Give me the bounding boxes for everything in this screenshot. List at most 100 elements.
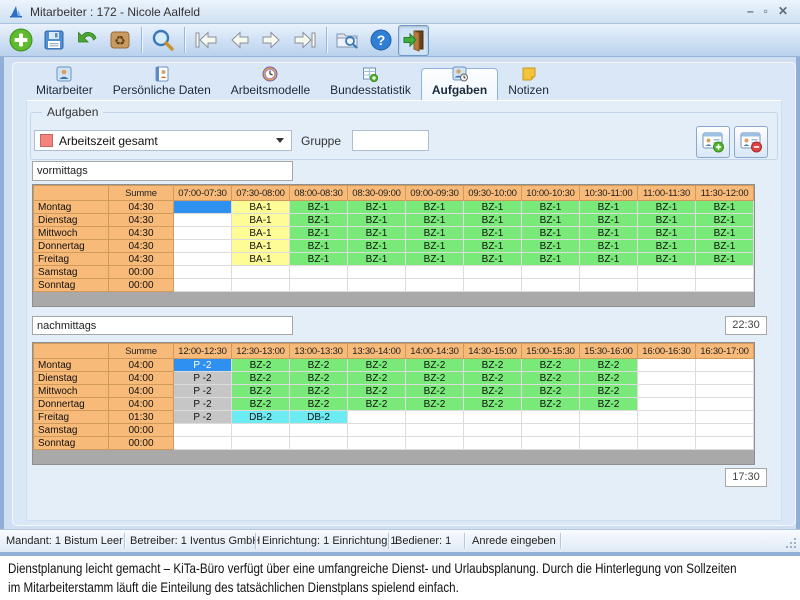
- afternoon-name-input[interactable]: [32, 316, 293, 335]
- slot-cell[interactable]: [522, 437, 580, 450]
- slot-cell[interactable]: BZ-1: [638, 201, 696, 214]
- slot-cell[interactable]: BZ-1: [464, 253, 522, 266]
- slot-cell[interactable]: BZ-2: [232, 372, 290, 385]
- slot-cell[interactable]: DB-2: [290, 411, 348, 424]
- slot-cell[interactable]: BZ-2: [406, 359, 464, 372]
- slot-cell[interactable]: BZ-1: [406, 201, 464, 214]
- slot-cell[interactable]: [232, 279, 290, 292]
- save-button[interactable]: [38, 25, 69, 56]
- slot-cell[interactable]: BZ-2: [522, 372, 580, 385]
- slot-cell[interactable]: BZ-1: [522, 240, 580, 253]
- search-button[interactable]: [147, 25, 178, 56]
- slot-cell[interactable]: BZ-1: [406, 253, 464, 266]
- help-button[interactable]: ?: [365, 25, 396, 56]
- slot-cell[interactable]: BZ-2: [580, 359, 638, 372]
- last-record-button[interactable]: [289, 25, 320, 56]
- slot-cell[interactable]: BZ-2: [232, 398, 290, 411]
- slot-cell[interactable]: [696, 398, 754, 411]
- tab-bundesstatistik[interactable]: Bundesstatistik: [320, 70, 421, 100]
- slot-cell[interactable]: [580, 424, 638, 437]
- slot-cell[interactable]: BZ-2: [348, 372, 406, 385]
- remove-task-button[interactable]: [734, 126, 768, 158]
- slot-cell[interactable]: [464, 411, 522, 424]
- new-button[interactable]: [5, 25, 36, 56]
- undo-button[interactable]: [71, 25, 102, 56]
- slot-cell[interactable]: BZ-2: [348, 398, 406, 411]
- slot-cell[interactable]: [348, 424, 406, 437]
- slot-cell[interactable]: [638, 359, 696, 372]
- slot-cell[interactable]: [696, 359, 754, 372]
- slot-cell[interactable]: [348, 411, 406, 424]
- close-button[interactable]: ✕: [778, 4, 788, 18]
- slot-cell[interactable]: [638, 437, 696, 450]
- slot-cell[interactable]: BZ-2: [232, 385, 290, 398]
- slot-cell[interactable]: [638, 424, 696, 437]
- slot-cell[interactable]: [406, 279, 464, 292]
- slot-cell[interactable]: BZ-2: [522, 359, 580, 372]
- slot-cell[interactable]: [174, 424, 232, 437]
- slot-cell[interactable]: [406, 424, 464, 437]
- slot-cell[interactable]: [174, 266, 232, 279]
- slot-cell[interactable]: [232, 437, 290, 450]
- slot-cell[interactable]: [580, 266, 638, 279]
- slot-cell[interactable]: [696, 266, 754, 279]
- slot-cell[interactable]: [522, 279, 580, 292]
- recycle-button[interactable]: ♻: [104, 25, 135, 56]
- slot-cell[interactable]: BZ-1: [348, 214, 406, 227]
- slot-cell[interactable]: BZ-1: [406, 240, 464, 253]
- task-type-dropdown[interactable]: Arbeitszeit gesamt: [34, 130, 292, 151]
- slot-cell[interactable]: [174, 437, 232, 450]
- slot-cell[interactable]: BZ-2: [464, 398, 522, 411]
- slot-cell[interactable]: [638, 266, 696, 279]
- slot-cell[interactable]: [696, 411, 754, 424]
- slot-cell[interactable]: BZ-1: [696, 227, 754, 240]
- slot-cell[interactable]: BZ-2: [290, 359, 348, 372]
- maximize-button[interactable]: ▫: [764, 4, 768, 18]
- slot-cell[interactable]: [464, 279, 522, 292]
- slot-cell[interactable]: BZ-1: [290, 253, 348, 266]
- slot-cell[interactable]: BZ-1: [290, 214, 348, 227]
- slot-cell[interactable]: [348, 437, 406, 450]
- slot-cell[interactable]: P -2: [174, 398, 232, 411]
- slot-cell[interactable]: [174, 227, 232, 240]
- slot-cell[interactable]: [638, 372, 696, 385]
- slot-cell[interactable]: BZ-2: [464, 359, 522, 372]
- tab-pers-nliche-daten[interactable]: Persönliche Daten: [103, 70, 221, 100]
- slot-cell[interactable]: [464, 266, 522, 279]
- slot-cell[interactable]: BA-1: [232, 227, 290, 240]
- slot-cell[interactable]: BZ-2: [406, 372, 464, 385]
- slot-cell[interactable]: [174, 253, 232, 266]
- slot-cell[interactable]: BZ-1: [580, 214, 638, 227]
- slot-cell[interactable]: [464, 437, 522, 450]
- slot-cell[interactable]: BZ-2: [580, 398, 638, 411]
- slot-cell[interactable]: BZ-1: [464, 201, 522, 214]
- slot-cell[interactable]: BZ-1: [290, 201, 348, 214]
- slot-cell[interactable]: BA-1: [232, 253, 290, 266]
- slot-cell[interactable]: [522, 411, 580, 424]
- slot-cell[interactable]: BZ-1: [638, 214, 696, 227]
- slot-cell[interactable]: BZ-1: [522, 253, 580, 266]
- slot-cell[interactable]: BZ-1: [348, 240, 406, 253]
- slot-cell[interactable]: [696, 385, 754, 398]
- slot-cell[interactable]: BZ-1: [580, 253, 638, 266]
- tab-notizen[interactable]: Notizen: [498, 70, 559, 100]
- slot-cell[interactable]: [290, 437, 348, 450]
- slot-cell[interactable]: BZ-1: [522, 201, 580, 214]
- slot-cell[interactable]: BZ-1: [696, 201, 754, 214]
- slot-cell[interactable]: [696, 437, 754, 450]
- slot-cell[interactable]: BZ-1: [638, 253, 696, 266]
- slot-cell[interactable]: [522, 424, 580, 437]
- slot-cell[interactable]: BZ-2: [348, 385, 406, 398]
- slot-cell[interactable]: BZ-2: [290, 385, 348, 398]
- tab-arbeitsmodelle[interactable]: Arbeitsmodelle: [221, 70, 320, 100]
- slot-cell[interactable]: BZ-1: [696, 253, 754, 266]
- slot-cell[interactable]: BZ-1: [580, 227, 638, 240]
- slot-cell[interactable]: [638, 398, 696, 411]
- previous-record-button[interactable]: [223, 25, 254, 56]
- slot-cell[interactable]: [696, 424, 754, 437]
- slot-cell[interactable]: P -2: [174, 385, 232, 398]
- slot-cell[interactable]: BZ-1: [580, 240, 638, 253]
- slot-cell[interactable]: BZ-1: [290, 240, 348, 253]
- slot-cell[interactable]: [580, 279, 638, 292]
- slot-cell[interactable]: BZ-1: [696, 214, 754, 227]
